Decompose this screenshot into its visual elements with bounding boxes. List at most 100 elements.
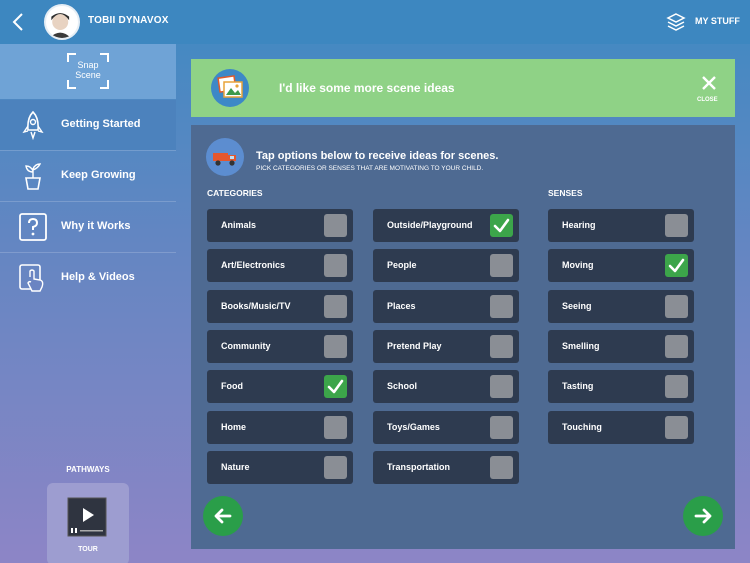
next-button[interactable]: [683, 496, 723, 536]
sidebar-item-why-it-works[interactable]: Why it Works: [0, 202, 176, 252]
option-row[interactable]: Touching: [548, 410, 694, 444]
option-label: Outside/Playground: [387, 220, 473, 230]
option-row[interactable]: Moving: [548, 249, 694, 283]
previous-button[interactable]: [203, 496, 243, 536]
option-row[interactable]: Hearing: [548, 209, 694, 242]
option-checkbox[interactable]: [490, 415, 513, 439]
sidebar: Snap Scene Getting Started Keep Growing …: [0, 44, 176, 563]
option-checkbox[interactable]: [665, 375, 688, 399]
video-play-icon: [67, 497, 107, 537]
tour-card[interactable]: TOUR: [47, 483, 129, 563]
options-panel: Tap options below to receive ideas for s…: [191, 125, 735, 549]
dump-truck-icon: [206, 138, 244, 176]
option-row[interactable]: Seeing: [548, 289, 694, 323]
option-row[interactable]: Smelling: [548, 329, 694, 363]
senses-heading: SENSES: [548, 188, 583, 198]
close-button[interactable]: CLOSE: [697, 97, 718, 103]
option-checkbox[interactable]: [490, 375, 513, 399]
option-checkbox[interactable]: [490, 214, 513, 237]
option-label: Toys/Games: [387, 421, 440, 432]
option-row[interactable]: Home: [207, 410, 353, 444]
option-row[interactable]: Places: [373, 289, 519, 323]
option-checkbox[interactable]: [665, 214, 688, 237]
logo-tile[interactable]: Snap Scene: [0, 44, 176, 99]
option-checkbox[interactable]: [324, 415, 347, 439]
option-row[interactable]: Outside/Playground: [373, 209, 519, 242]
instruction-title: Tap options below to receive ideas for s…: [256, 150, 499, 162]
option-label: Transportation: [387, 461, 451, 472]
option-checkbox[interactable]: [324, 294, 347, 318]
arrow-right-icon: [694, 508, 712, 524]
sidebar-item-getting-started[interactable]: Getting Started: [0, 100, 176, 150]
arrow-left-icon: [214, 508, 232, 524]
plant-icon: [25, 163, 42, 190]
option-label: Places: [387, 300, 416, 311]
option-label: School: [387, 381, 418, 392]
checkmark-icon: [493, 218, 510, 233]
avatar[interactable]: [44, 4, 80, 40]
option-checkbox[interactable]: [324, 334, 347, 358]
option-row[interactable]: School: [373, 370, 519, 404]
touch-screen-icon: [19, 264, 44, 292]
sidebar-item-label: Help & Videos: [61, 271, 135, 283]
option-label: People: [387, 260, 417, 271]
back-chevron-icon[interactable]: [10, 12, 26, 32]
option-row[interactable]: Pretend Play: [373, 329, 519, 363]
option-label: Community: [221, 340, 271, 351]
option-row[interactable]: Community: [207, 329, 353, 363]
option-row[interactable]: Transportation: [373, 450, 519, 484]
option-label: Art/Electronics: [221, 260, 286, 271]
logo-line-2: Scene: [75, 70, 101, 80]
option-checkbox[interactable]: [665, 334, 688, 358]
option-row[interactable]: Books/Music/TV: [207, 289, 353, 323]
option-checkbox[interactable]: [490, 254, 513, 278]
option-label: Touching: [562, 421, 602, 432]
sidebar-item-label: Getting Started: [61, 118, 141, 130]
checkmark-icon: [327, 379, 344, 394]
option-row[interactable]: Nature: [207, 450, 353, 484]
user-avatar-icon: [49, 13, 71, 38]
pathways-label: PATHWAYS: [66, 465, 110, 474]
scene-images-icon: [211, 69, 249, 107]
option-row[interactable]: Animals: [207, 209, 353, 242]
instruction-subtitle: PICK CATEGORIES OR SENSES THAT ARE MOTIV…: [256, 165, 484, 172]
option-label: Food: [221, 381, 243, 392]
checkmark-icon: [668, 258, 685, 273]
option-checkbox[interactable]: [490, 294, 513, 318]
sidebar-item-help-videos[interactable]: Help & Videos: [0, 253, 176, 303]
option-checkbox[interactable]: [324, 375, 347, 399]
option-row[interactable]: People: [373, 249, 519, 283]
option-label: Seeing: [562, 300, 592, 311]
close-icon[interactable]: [701, 75, 717, 91]
option-label: Books/Music/TV: [221, 300, 291, 311]
sidebar-item-keep-growing[interactable]: Keep Growing: [0, 151, 176, 201]
option-checkbox[interactable]: [324, 214, 347, 237]
scene-ideas-banner: I'd like some more scene ideas CLOSE: [191, 59, 735, 117]
option-row[interactable]: Toys/Games: [373, 410, 519, 444]
sidebar-item-label: Keep Growing: [61, 169, 136, 181]
banner-title: I'd like some more scene ideas: [279, 81, 455, 95]
option-checkbox[interactable]: [324, 254, 347, 278]
snap-scene-logo: Snap Scene: [66, 60, 110, 80]
option-checkbox[interactable]: [490, 455, 513, 479]
option-checkbox[interactable]: [665, 294, 688, 318]
option-checkbox[interactable]: [665, 415, 688, 439]
option-checkbox[interactable]: [665, 254, 688, 278]
option-checkbox[interactable]: [324, 455, 347, 479]
option-row[interactable]: Art/Electronics: [207, 249, 353, 283]
logo-line-1: Snap: [77, 60, 99, 70]
option-label: Moving: [562, 260, 594, 271]
top-bar: TOBII DYNAVOX MY STUFF: [0, 0, 750, 44]
user-name[interactable]: TOBII DYNAVOX: [88, 15, 169, 26]
layers-icon[interactable]: [666, 12, 686, 32]
categories-heading: CATEGORIES: [207, 188, 263, 198]
sidebar-item-label: Why it Works: [61, 220, 131, 232]
my-stuff-button[interactable]: MY STUFF: [695, 16, 740, 26]
option-checkbox[interactable]: [490, 334, 513, 358]
option-label: Smelling: [562, 340, 600, 351]
option-row[interactable]: Food: [207, 370, 353, 404]
option-label: Tasting: [562, 381, 594, 392]
option-row[interactable]: Tasting: [548, 370, 694, 404]
option-label: Pretend Play: [387, 340, 442, 351]
option-label: Nature: [221, 461, 250, 472]
